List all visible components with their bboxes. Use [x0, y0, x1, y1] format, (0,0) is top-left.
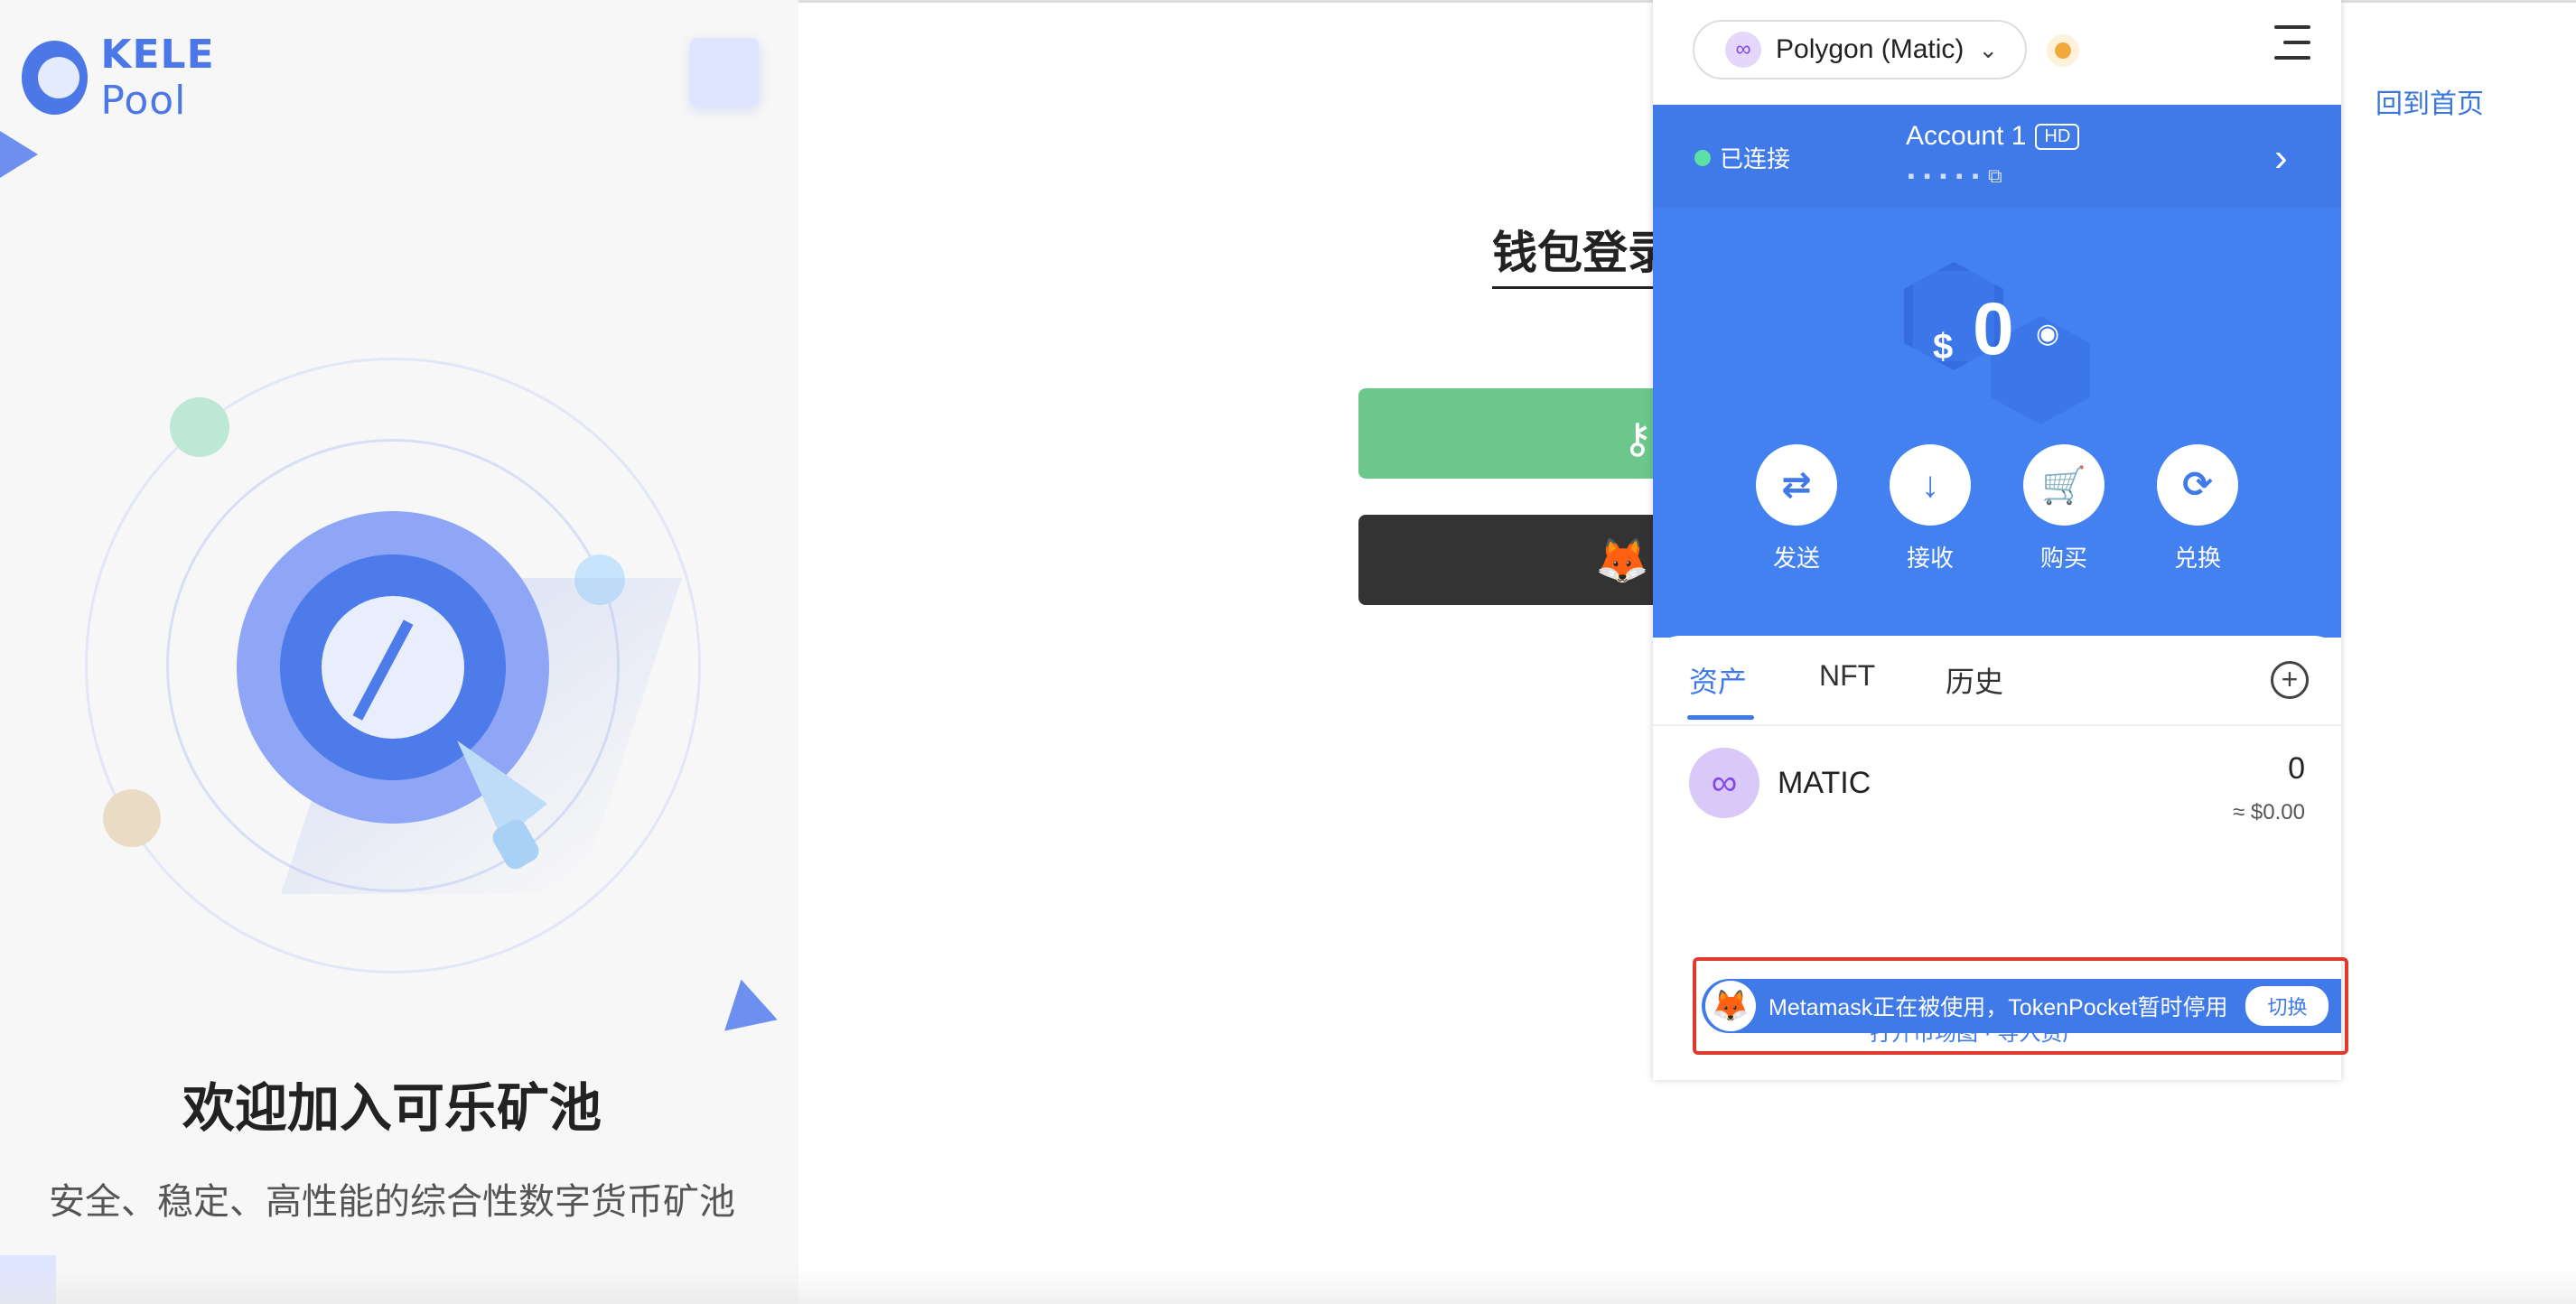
transfer-arrows-icon: ⇄	[1756, 444, 1837, 526]
account-address[interactable]: ▪▪▪▪▪⧉	[1908, 164, 2011, 188]
chevron-down-icon: ⌄	[1978, 35, 1999, 63]
orbit-dot	[170, 397, 229, 457]
left-hero-panel: KELE Pool 欢迎加入可乐矿池 安全、稳定、高性能的综合性数字货币矿池	[0, 0, 798, 1304]
orbit-dot	[103, 789, 161, 847]
key-icon: ⚷	[1622, 414, 1653, 461]
eye-icon[interactable]: ◉	[2036, 318, 2059, 349]
wallet-login-title: 钱包登录	[1492, 217, 1655, 289]
kele-coin-icon	[322, 596, 464, 739]
welcome-heading: 欢迎加入可乐矿池	[182, 1079, 602, 1138]
balance-value: 0	[1973, 288, 2014, 370]
cart-icon: 🛒	[2023, 444, 2105, 526]
kele-logo-icon	[22, 41, 89, 115]
metamask-fox-icon: 🦊	[1595, 537, 1649, 585]
tab-assets[interactable]: 资产	[1689, 659, 1747, 701]
token-name[interactable]: MATIC	[1778, 766, 1871, 801]
network-selector[interactable]: ∞ Polygon (Matic) ⌄	[1693, 20, 2027, 79]
decorative-triangle-icon	[0, 131, 38, 178]
account-name[interactable]: Account 1 HD	[1906, 121, 2080, 152]
tab-history[interactable]: 历史	[1946, 659, 2003, 701]
swap-icon: ⟳	[2157, 444, 2238, 526]
private-key-login-button[interactable]: ⚷	[1358, 388, 1666, 479]
receive-button[interactable]: ↓ 接收	[1890, 444, 1971, 573]
decorative-triangle-icon	[714, 973, 778, 1031]
green-dot-icon	[1694, 149, 1711, 166]
hd-badge: HD	[2035, 123, 2080, 150]
polygon-icon: ∞	[1725, 32, 1761, 68]
logo-text: KELE Pool	[100, 32, 215, 124]
back-home-link[interactable]: 回到首页	[2375, 81, 2484, 121]
tab-nft[interactable]: NFT	[1819, 659, 1875, 693]
network-name: Polygon (Matic)	[1776, 34, 1965, 64]
decorative-square	[690, 38, 759, 107]
metamask-login-button[interactable]: 🦊	[1358, 515, 1666, 605]
wallet-tabs: 资产 NFT 历史	[1653, 636, 2341, 726]
send-button[interactable]: ⇄ 发送	[1756, 444, 1837, 573]
download-arrow-icon: ↓	[1890, 444, 1971, 526]
add-token-icon[interactable]: +	[2271, 661, 2309, 699]
token-balance: 0	[2288, 751, 2305, 786]
swap-button[interactable]: ⟳ 兑换	[2157, 444, 2238, 573]
connection-status-icon[interactable]	[2047, 34, 2079, 67]
buy-button[interactable]: 🛒 购买	[2023, 444, 2105, 573]
bottom-shadow	[0, 1268, 2576, 1304]
megaphone-icon	[457, 740, 547, 870]
connected-status: 已连接	[1694, 141, 1790, 174]
chevron-right-icon[interactable]: ›	[2274, 135, 2288, 181]
wallet-conflict-notice: 🦊 Metamask正在被使用，TokenPocket暂时停用 切换	[1702, 979, 2341, 1033]
menu-icon[interactable]	[2269, 25, 2310, 61]
switch-wallet-button[interactable]: 切换	[2245, 986, 2329, 1026]
matic-token-icon[interactable]: ∞	[1689, 748, 1759, 818]
token-usd-value: ≈ $0.00	[2233, 800, 2305, 824]
kele-pool-logo[interactable]: KELE Pool	[22, 32, 293, 124]
welcome-subtitle: 安全、稳定、高性能的综合性数字货币矿池	[49, 1182, 735, 1222]
wallet-popup: ∞ Polygon (Matic) ⌄ 已连接 Account 1 HD ▪▪▪…	[1653, 0, 2341, 1080]
active-tab-indicator	[1687, 715, 1754, 720]
metamask-fox-icon: 🦊	[1705, 981, 1756, 1031]
balance-currency: $	[1933, 327, 1954, 367]
notice-text: Metamask正在被使用，TokenPocket暂时停用	[1769, 995, 2228, 1020]
